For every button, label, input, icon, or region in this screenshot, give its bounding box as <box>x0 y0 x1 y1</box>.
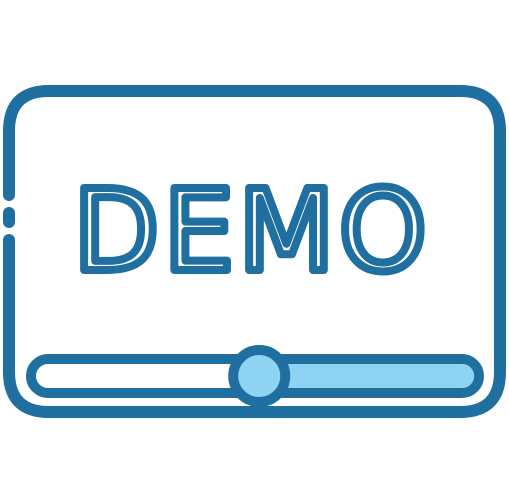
demo-icon-canvas: DEMO <box>0 0 509 486</box>
demo-video-player-icon: DEMO <box>3 85 506 418</box>
progress-knob[interactable] <box>228 345 291 407</box>
demo-label: DEMO <box>73 167 431 297</box>
progress-fill <box>259 364 474 388</box>
